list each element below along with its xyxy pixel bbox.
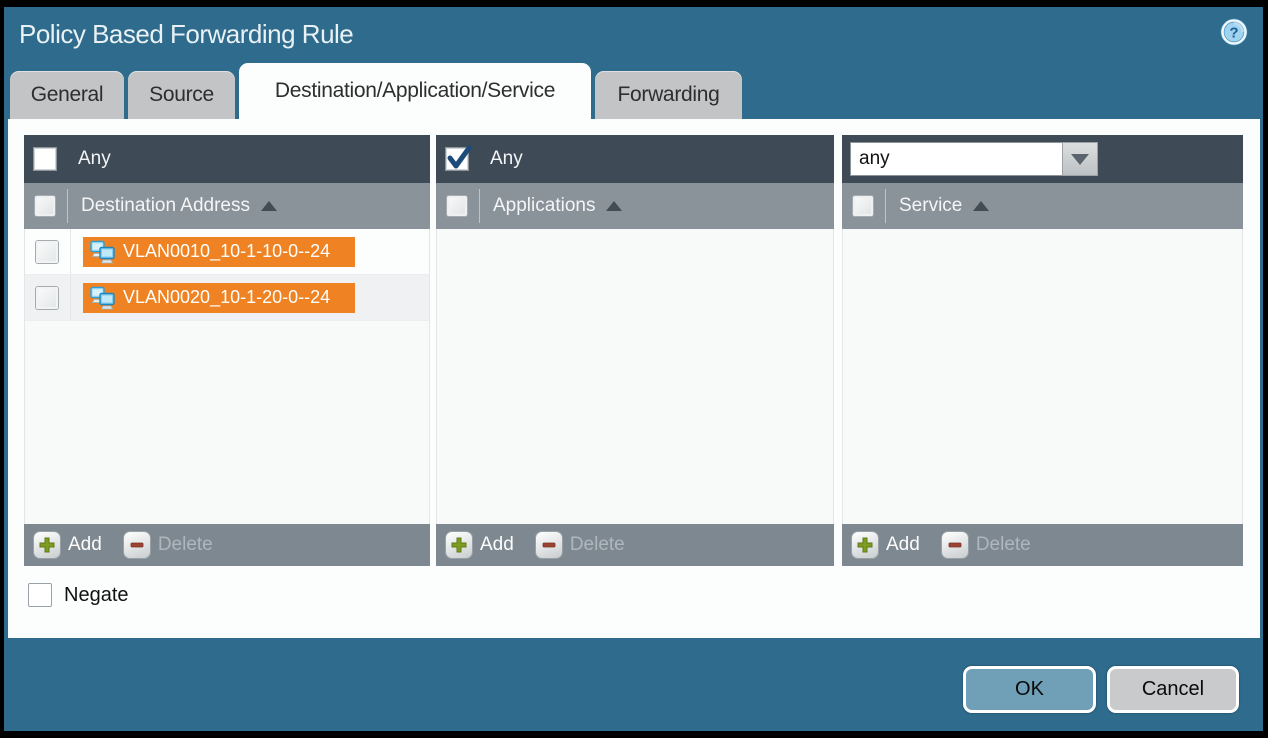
applications-any-checkbox[interactable] (445, 147, 469, 171)
dialog-title: Policy Based Forwarding Rule (19, 19, 353, 50)
ok-button[interactable]: OK (963, 666, 1096, 713)
plus-icon (446, 532, 472, 558)
destination-column: Any Destination Address (24, 135, 430, 566)
header-separator (479, 189, 480, 223)
row-separator (70, 229, 71, 274)
destination-any-label: Any (78, 148, 111, 170)
plus-icon (852, 532, 878, 558)
service-header-label: Service (899, 195, 962, 217)
destination-header-label: Destination Address (81, 195, 250, 217)
delete-button[interactable]: Delete (124, 532, 213, 558)
plus-icon (34, 532, 60, 558)
row-checkbox[interactable] (36, 287, 58, 309)
add-label: Add (68, 534, 102, 556)
content-panel: Any Destination Address (8, 119, 1260, 638)
applications-select-all-checkbox[interactable] (447, 196, 467, 216)
svg-text:?: ? (1229, 25, 1238, 42)
destination-header-row: Destination Address (24, 183, 430, 229)
check-mark-icon (446, 145, 472, 171)
help-icon[interactable]: ? (1219, 17, 1249, 47)
address-object-label: VLAN0020_10-1-20-0--24 (123, 287, 330, 308)
address-object-chip[interactable]: VLAN0020_10-1-20-0--24 (83, 283, 355, 313)
service-footer: Add Delete (842, 524, 1243, 566)
pbf-rule-dialog: Policy Based Forwarding Rule ? General S… (4, 7, 1263, 731)
delete-button[interactable]: Delete (942, 532, 1031, 558)
tab-general[interactable]: General (10, 71, 124, 119)
header-separator (885, 189, 886, 223)
destination-list: VLAN0010_10-1-10-0--24 (24, 229, 430, 524)
add-label: Add (886, 534, 920, 556)
add-button[interactable]: Add (446, 532, 514, 558)
network-icon (89, 286, 116, 310)
add-button[interactable]: Add (852, 532, 920, 558)
negate-checkbox[interactable] (28, 583, 52, 607)
cancel-button[interactable]: Cancel (1107, 666, 1239, 713)
table-row[interactable]: VLAN0020_10-1-20-0--24 (25, 275, 429, 321)
minus-icon (124, 532, 150, 558)
service-dropdown-input[interactable] (850, 142, 1062, 176)
address-object-chip[interactable]: VLAN0010_10-1-10-0--24 (83, 237, 355, 267)
tab-forwarding[interactable]: Forwarding (595, 71, 742, 119)
header-separator (67, 189, 68, 223)
sort-asc-icon[interactable] (606, 201, 622, 211)
service-dropdown (850, 142, 1098, 176)
applications-column: Any Applications Add (436, 135, 834, 566)
tab-source[interactable]: Source (128, 71, 235, 119)
delete-label: Delete (570, 534, 625, 556)
destination-select-all-checkbox[interactable] (35, 196, 55, 216)
address-object-label: VLAN0010_10-1-10-0--24 (123, 241, 330, 262)
destination-footer: Add Delete (24, 524, 430, 566)
add-button[interactable]: Add (34, 532, 102, 558)
destination-any-checkbox[interactable] (33, 147, 57, 171)
table-row[interactable]: VLAN0010_10-1-10-0--24 (25, 229, 429, 275)
negate-label: Negate (64, 584, 129, 607)
applications-header-label: Applications (493, 195, 595, 217)
delete-label: Delete (976, 534, 1031, 556)
applications-list (436, 229, 834, 524)
service-list (842, 229, 1243, 524)
applications-header-row: Applications (436, 183, 834, 229)
service-select-all-checkbox[interactable] (853, 196, 873, 216)
delete-button[interactable]: Delete (536, 532, 625, 558)
applications-any-bar: Any (436, 135, 834, 183)
minus-icon (536, 532, 562, 558)
minus-icon (942, 532, 968, 558)
screenshot-frame: Policy Based Forwarding Rule ? General S… (0, 0, 1268, 738)
add-label: Add (480, 534, 514, 556)
applications-any-label: Any (490, 148, 523, 170)
network-icon (89, 240, 116, 264)
row-separator (70, 275, 71, 320)
negate-row: Negate (28, 583, 129, 607)
service-dropdown-bar (842, 135, 1243, 183)
tab-destination-application-service[interactable]: Destination/Application/Service (239, 63, 591, 119)
sort-asc-icon[interactable] (973, 201, 989, 211)
row-checkbox[interactable] (36, 241, 58, 263)
sort-asc-icon[interactable] (261, 201, 277, 211)
delete-label: Delete (158, 534, 213, 556)
service-header-row: Service (842, 183, 1243, 229)
service-column: Service Add Delete (842, 135, 1243, 566)
destination-any-bar: Any (24, 135, 430, 183)
chevron-down-icon[interactable] (1062, 142, 1098, 176)
applications-footer: Add Delete (436, 524, 834, 566)
